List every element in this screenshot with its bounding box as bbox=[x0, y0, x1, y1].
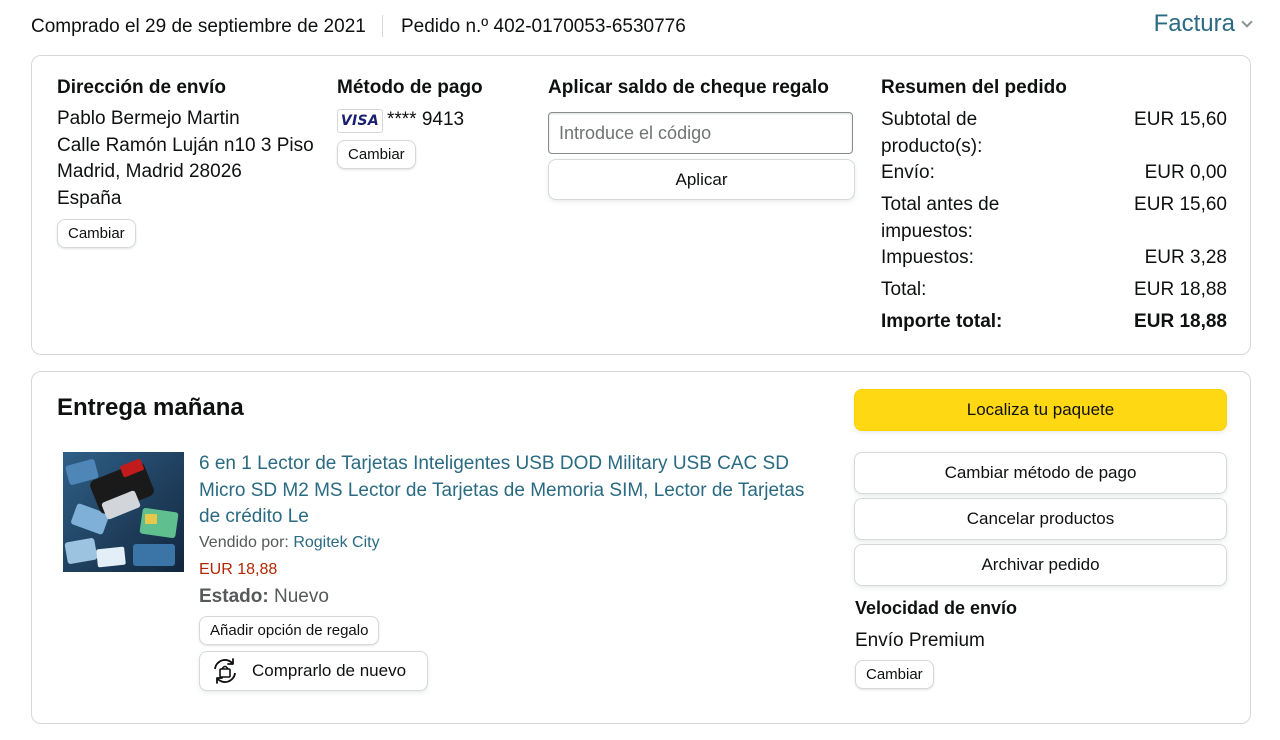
gift-code-input[interactable] bbox=[548, 112, 853, 154]
buy-again-label: Comprarlo de nuevo bbox=[252, 661, 407, 680]
order-details-card: Dirección de envío Pablo Bermejo Martin … bbox=[31, 55, 1251, 355]
shipping-city: Madrid, Madrid 28026 bbox=[57, 161, 242, 182]
summary-label: Total: bbox=[881, 279, 927, 300]
chevron-down-icon bbox=[1241, 16, 1253, 28]
payment-title: Método de pago bbox=[337, 77, 483, 98]
change-address-button[interactable]: Cambiar bbox=[57, 219, 136, 248]
delivery-card: Entrega mañana 6 en 1 Lector de Tarjetas… bbox=[31, 371, 1251, 724]
summary-label: Importe total: bbox=[881, 311, 1003, 332]
shipping-country: España bbox=[57, 188, 122, 209]
summary-label: Total antes de impuestos: bbox=[881, 194, 1000, 242]
track-package-button[interactable]: Localiza tu paquete bbox=[854, 389, 1227, 431]
summary-value: EUR 15,60 bbox=[1134, 109, 1227, 130]
order-header: Comprado el 29 de septiembre de 2021 Ped… bbox=[31, 10, 1253, 42]
cancel-products-button[interactable]: Cancelar productos bbox=[854, 498, 1227, 540]
condition-value: Nuevo bbox=[273, 586, 329, 607]
invoice-dropdown[interactable]: Factura bbox=[1153, 10, 1253, 38]
add-gift-option-button[interactable]: Añadir opción de regalo bbox=[199, 616, 380, 645]
summary-row-shipping: Envío: EUR 0,00 bbox=[881, 160, 1227, 187]
condition-label: Estado: bbox=[199, 586, 269, 607]
summary-row-pretax: Total antes de impuestos: EUR 15,60 bbox=[881, 192, 1227, 245]
seller-link[interactable]: Rogitek City bbox=[293, 534, 379, 551]
shipping-title: Dirección de envío bbox=[57, 77, 226, 98]
change-shipping-speed-button[interactable]: Cambiar bbox=[855, 660, 934, 689]
apply-gift-button[interactable]: Aplicar bbox=[548, 159, 855, 200]
summary-row-total: Total: EUR 18,88 bbox=[881, 277, 1227, 304]
buy-again-icon bbox=[214, 658, 236, 684]
change-payment-button[interactable]: Cambiar bbox=[337, 140, 416, 169]
product-image[interactable] bbox=[63, 452, 184, 572]
archive-order-button[interactable]: Archivar pedido bbox=[854, 544, 1227, 586]
delivery-title: Entrega mañana bbox=[57, 394, 244, 421]
summary-label: Subtotal de producto(s): bbox=[881, 109, 983, 157]
card-number: **** 9413 bbox=[387, 109, 465, 130]
product-title-link[interactable]: 6 en 1 Lector de Tarjetas Inteligentes U… bbox=[199, 451, 829, 531]
summary-label: Envío: bbox=[881, 162, 935, 183]
visa-card-icon: VISA bbox=[337, 109, 383, 133]
invoice-label: Factura bbox=[1153, 10, 1235, 37]
shipping-name: Pablo Bermejo Martin bbox=[57, 108, 240, 129]
summary-title: Resumen del pedido bbox=[881, 77, 1067, 98]
summary-value: EUR 18,88 bbox=[1134, 311, 1227, 332]
change-payment-method-button[interactable]: Cambiar método de pago bbox=[854, 452, 1227, 494]
product-price: EUR 18,88 bbox=[199, 561, 278, 578]
summary-row-grand-total: Importe total: EUR 18,88 bbox=[881, 309, 1227, 336]
summary-value: EUR 0,00 bbox=[1144, 162, 1227, 183]
summary-row-tax: Impuestos: EUR 3,28 bbox=[881, 245, 1227, 272]
shipping-speed-value: Envío Premium bbox=[855, 630, 985, 651]
summary-label: Impuestos: bbox=[881, 247, 974, 268]
seller-label: Vendido por: bbox=[199, 534, 289, 551]
summary-row-subtotal: Subtotal de producto(s): EUR 15,60 bbox=[881, 107, 1227, 160]
buy-again-button[interactable]: Comprarlo de nuevo bbox=[199, 651, 428, 691]
gift-title: Aplicar saldo de cheque regalo bbox=[548, 77, 829, 98]
seller-info: Vendido por: Rogitek City bbox=[199, 534, 380, 552]
order-number: Pedido n.º 402-0170053-6530776 bbox=[401, 16, 686, 37]
summary-value: EUR 15,60 bbox=[1134, 194, 1227, 215]
order-date: Comprado el 29 de septiembre de 2021 bbox=[31, 16, 366, 37]
header-divider bbox=[382, 15, 383, 37]
shipping-street: Calle Ramón Luján n10 3 Piso bbox=[57, 135, 314, 156]
shipping-speed-title: Velocidad de envío bbox=[855, 598, 1018, 618]
summary-value: EUR 3,28 bbox=[1144, 247, 1227, 268]
product-condition: Estado: Nuevo bbox=[199, 586, 329, 608]
summary-value: EUR 18,88 bbox=[1134, 279, 1227, 300]
